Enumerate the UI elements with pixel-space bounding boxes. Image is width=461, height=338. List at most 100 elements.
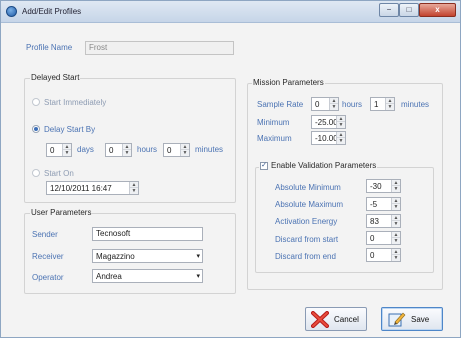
start-on-label: Start On	[44, 169, 74, 178]
save-label: Save	[411, 315, 430, 324]
validation-parameters-title: Enable Validation Parameters	[259, 161, 378, 170]
app-icon	[6, 6, 17, 17]
chevron-down-icon: ▾	[196, 253, 200, 260]
delay-minutes-value: 0	[167, 146, 172, 155]
discard-from-start-stepper-arrows[interactable]: ▲ ▼	[391, 232, 400, 244]
sample-hours-value: 0	[315, 100, 320, 109]
days-value: 0	[50, 146, 55, 155]
minimum-value: -25.00	[315, 118, 338, 127]
discard-from-start-stepper[interactable]: 0 ▲ ▼	[366, 231, 401, 245]
delay-hours-value: 0	[109, 146, 114, 155]
discard-from-start-value: 0	[370, 234, 375, 243]
red-x-icon	[311, 311, 329, 328]
profile-name-label: Profile Name	[26, 43, 73, 52]
absolute-minimum-label: Absolute Minimum	[275, 183, 341, 192]
start-on-datetime-arrows[interactable]: ▲ ▼	[129, 182, 138, 194]
absolute-maximum-label: Absolute Maximum	[275, 200, 344, 209]
operator-dropdown[interactable]: Andrea ▾	[92, 269, 203, 283]
arrow-down-icon[interactable]: ▼	[386, 104, 394, 110]
delay-minutes-stepper-arrows[interactable]: ▲ ▼	[180, 144, 189, 156]
minimum-stepper-arrows[interactable]: ▲ ▼	[336, 116, 345, 128]
receiver-value: Magazzino	[96, 252, 135, 261]
start-immediately-label: Start Immediately	[44, 98, 107, 107]
days-label: days	[77, 145, 94, 154]
user-parameters-title: User Parameters	[30, 208, 93, 217]
receiver-label: Receiver	[32, 252, 64, 261]
discard-from-end-label: Discard from end	[275, 252, 336, 261]
delay-start-by-label: Delay Start By	[44, 125, 96, 134]
absolute-maximum-stepper[interactable]: -5 ▲ ▼	[366, 197, 401, 211]
absolute-minimum-value: -30	[370, 182, 382, 191]
profile-name-field[interactable]: Frost	[85, 41, 234, 55]
save-pencil-icon	[388, 312, 406, 327]
add-edit-profiles-window: Add/Edit Profiles − □ x Profile Name Fro…	[0, 0, 461, 338]
arrow-down-icon[interactable]: ▼	[330, 104, 338, 110]
delay-start-by-radio[interactable]	[32, 125, 40, 133]
delay-hours-stepper[interactable]: 0 ▲ ▼	[105, 143, 132, 157]
maximum-stepper[interactable]: -10.00 ▲ ▼	[311, 131, 346, 145]
delayed-start-title: Delayed Start	[30, 73, 81, 82]
operator-value: Andrea	[96, 272, 122, 281]
arrow-down-icon[interactable]: ▼	[181, 150, 189, 156]
sample-hours-stepper-arrows[interactable]: ▲ ▼	[329, 98, 338, 110]
start-on-radio[interactable]	[32, 169, 40, 177]
enable-validation-checkbox[interactable]: ✓	[260, 162, 268, 170]
delay-hours-stepper-arrows[interactable]: ▲ ▼	[122, 144, 131, 156]
sender-field[interactable]: Tecnosoft	[92, 227, 203, 241]
arrow-down-icon[interactable]: ▼	[392, 221, 400, 227]
absolute-minimum-stepper[interactable]: -30 ▲ ▼	[366, 179, 401, 193]
absolute-maximum-stepper-arrows[interactable]: ▲ ▼	[391, 198, 400, 210]
maximize-button[interactable]: □	[399, 3, 419, 17]
minimum-label: Minimum	[257, 118, 290, 127]
activation-energy-stepper-arrows[interactable]: ▲ ▼	[391, 215, 400, 227]
start-on-datetime-value: 12/10/2011 16:47	[50, 184, 112, 193]
sample-rate-label: Sample Rate	[257, 100, 304, 109]
days-stepper-arrows[interactable]: ▲ ▼	[62, 144, 71, 156]
activation-energy-value: 83	[370, 217, 379, 226]
sample-minutes-stepper-arrows[interactable]: ▲ ▼	[385, 98, 394, 110]
discard-from-start-label: Discard from start	[275, 235, 339, 244]
days-stepper[interactable]: 0 ▲ ▼	[46, 143, 72, 157]
arrow-down-icon[interactable]: ▼	[130, 188, 138, 194]
sample-minutes-value: 1	[374, 100, 379, 109]
delay-hours-label: hours	[137, 145, 158, 154]
absolute-maximum-value: -5	[370, 200, 378, 209]
title-bar: Add/Edit Profiles − □ x	[1, 1, 460, 23]
activation-energy-stepper[interactable]: 83 ▲ ▼	[366, 214, 401, 228]
discard-from-end-stepper-arrows[interactable]: ▲ ▼	[391, 249, 400, 261]
arrow-down-icon[interactable]: ▼	[63, 150, 71, 156]
sample-minutes-stepper[interactable]: 1 ▲ ▼	[370, 97, 395, 111]
cancel-button[interactable]: Cancel	[305, 307, 367, 331]
activation-energy-label: Activation Energy	[275, 217, 338, 226]
absolute-minimum-stepper-arrows[interactable]: ▲ ▼	[391, 180, 400, 192]
delay-minutes-stepper[interactable]: 0 ▲ ▼	[163, 143, 190, 157]
maximum-value: -10.00	[315, 134, 338, 143]
maximum-stepper-arrows[interactable]: ▲ ▼	[336, 132, 345, 144]
chevron-down-icon: ▾	[196, 273, 200, 280]
discard-from-end-stepper[interactable]: 0 ▲ ▼	[366, 248, 401, 262]
start-on-datetime-picker[interactable]: 12/10/2011 16:47 ▲ ▼	[46, 181, 139, 195]
cancel-label: Cancel	[334, 315, 359, 324]
arrow-down-icon[interactable]: ▼	[392, 238, 400, 244]
arrow-down-icon[interactable]: ▼	[337, 138, 345, 144]
sample-minutes-label: minutes	[401, 100, 430, 109]
arrow-down-icon[interactable]: ▼	[392, 255, 400, 261]
receiver-dropdown[interactable]: Magazzino ▾	[92, 249, 203, 263]
maximum-label: Maximum	[257, 134, 292, 143]
sample-hours-label: hours	[342, 100, 363, 109]
arrow-down-icon[interactable]: ▼	[337, 122, 345, 128]
start-immediately-radio[interactable]	[32, 98, 40, 106]
window-title: Add/Edit Profiles	[22, 7, 82, 16]
sample-hours-stepper[interactable]: 0 ▲ ▼	[311, 97, 339, 111]
arrow-down-icon[interactable]: ▼	[392, 186, 400, 192]
minimum-stepper[interactable]: -25.00 ▲ ▼	[311, 115, 346, 129]
close-button[interactable]: x	[419, 3, 456, 17]
arrow-down-icon[interactable]: ▼	[123, 150, 131, 156]
operator-label: Operator	[32, 273, 64, 282]
delay-minutes-label: minutes	[195, 145, 224, 154]
arrow-down-icon[interactable]: ▼	[392, 204, 400, 210]
discard-from-end-value: 0	[370, 251, 375, 260]
save-button[interactable]: Save	[381, 307, 443, 331]
mission-parameters-title: Mission Parameters	[252, 78, 325, 87]
minimize-button[interactable]: −	[379, 3, 399, 17]
